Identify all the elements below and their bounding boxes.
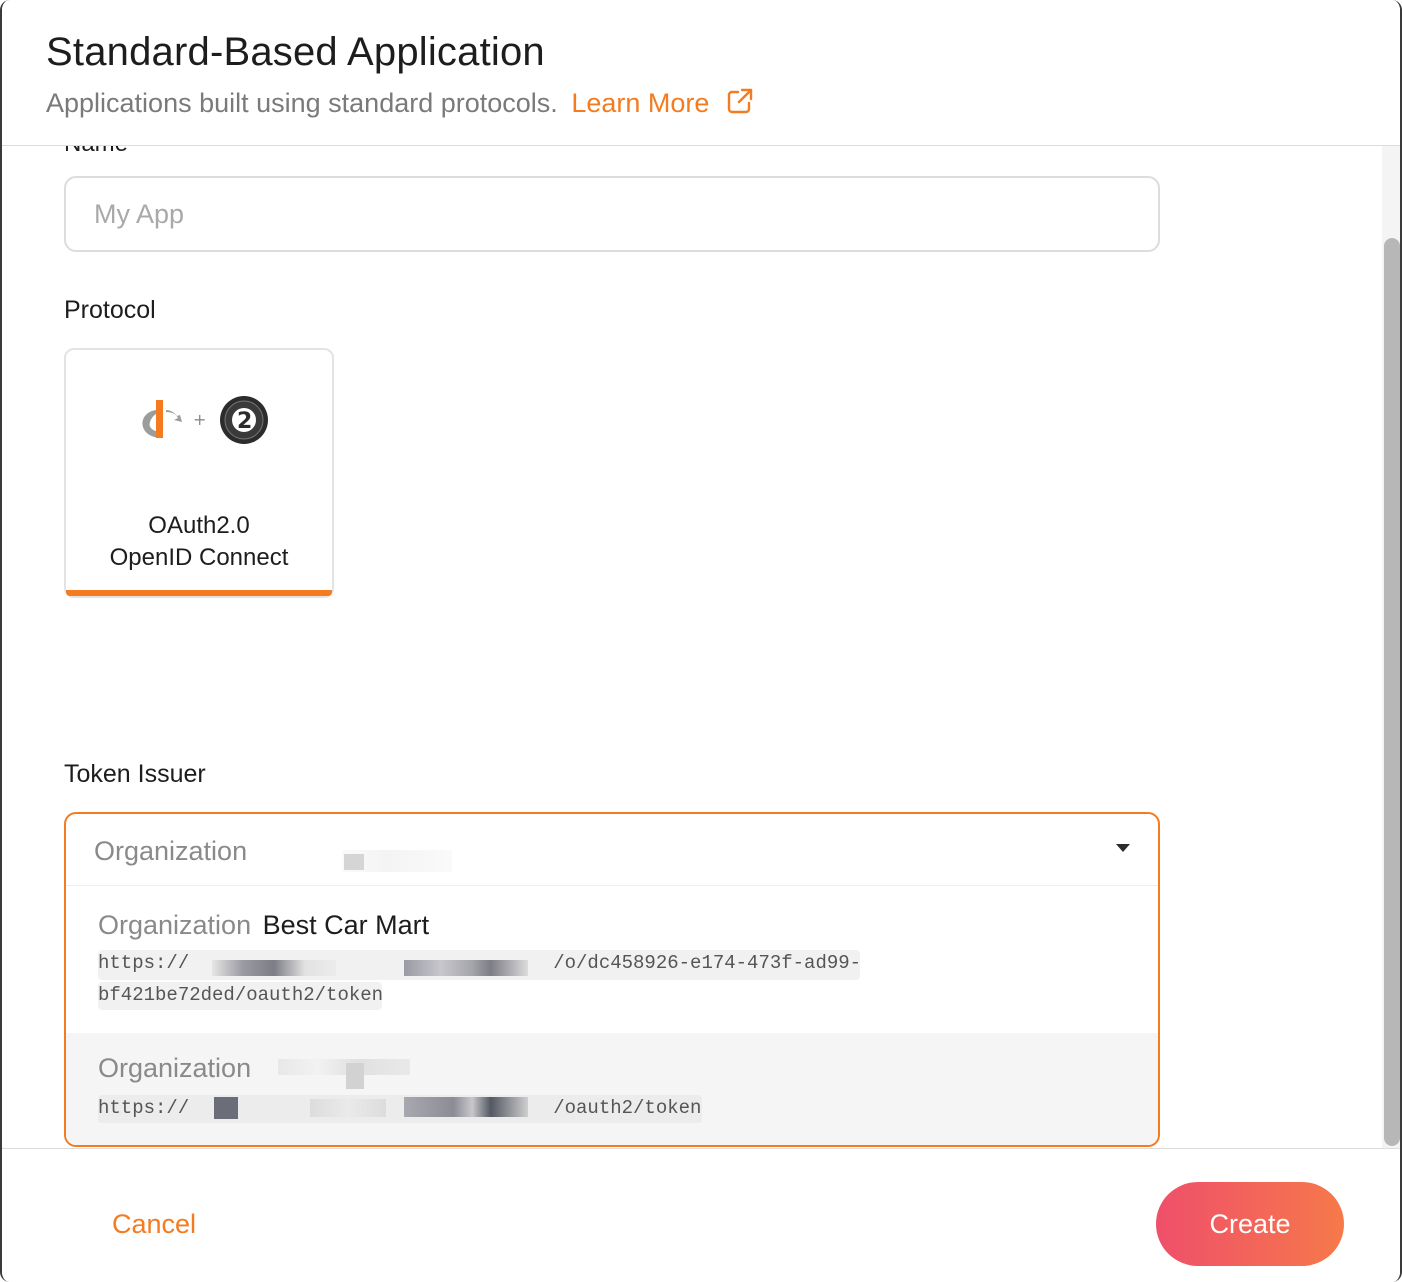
openid-logo xyxy=(142,400,182,438)
app-name-input[interactable] xyxy=(64,176,1160,252)
redacted-block xyxy=(346,1063,364,1089)
url-scheme: https:// xyxy=(98,1097,190,1119)
option-url-continued: bf421be72ded/oauth2/token xyxy=(98,984,384,1006)
svg-text:2: 2 xyxy=(237,409,252,434)
token-issuer-option[interactable]: Organization Best Car Mart https:// /o/dc… xyxy=(66,886,1158,1033)
oauth2-logo: 2 xyxy=(220,396,268,444)
create-button[interactable]: Create xyxy=(1156,1182,1344,1266)
openid-oauth2-logos: + 2 xyxy=(142,396,268,444)
option-url: https:// /o/dc458926-e174-473f-ad99- xyxy=(98,952,861,974)
dialog-footer: Cancel Create xyxy=(2,1148,1400,1282)
scrollbar-thumb[interactable] xyxy=(1384,238,1400,1146)
token-issuer-option[interactable]: Organization https:// /oauth2/token xyxy=(66,1033,1158,1145)
cancel-button[interactable]: Cancel xyxy=(112,1209,196,1240)
selected-value: Organization xyxy=(94,836,248,866)
token-issuer-label: Token Issuer xyxy=(64,760,206,788)
redacted-block xyxy=(344,854,364,870)
dialog-header: Standard-Based Application Applications … xyxy=(2,0,1400,146)
dialog-body[interactable]: Name Protocol + 2 OAuth2.0 O xyxy=(2,146,1382,1148)
option-title: Organization Best Car Mart xyxy=(98,910,429,941)
option-url: https:// /oauth2/token xyxy=(98,1097,701,1119)
url-scheme: https:// xyxy=(98,952,190,974)
protocol-option-name: OAuth2.0 OpenID Connect xyxy=(66,510,332,574)
dialog-title: Standard-Based Application xyxy=(46,30,545,74)
token-issuer-select[interactable]: Organization xyxy=(66,814,1158,886)
external-link-icon xyxy=(727,88,753,114)
selected-indicator xyxy=(66,590,332,596)
option-title: Organization xyxy=(98,1053,255,1084)
plus-icon: + xyxy=(193,410,206,429)
option-org-name: Best Car Mart xyxy=(262,910,430,940)
protocol-line-2: OpenID Connect xyxy=(109,544,289,571)
url-path: /o/dc458926-e174-473f-ad99- xyxy=(553,952,862,974)
url-path: /oauth2/token xyxy=(553,1097,702,1119)
subtitle-text: Applications built using standard protoc… xyxy=(46,88,558,118)
caret-down-icon[interactable] xyxy=(1116,844,1130,852)
learn-more-label: Learn More xyxy=(571,88,710,118)
create-application-dialog: Standard-Based Application Applications … xyxy=(0,0,1402,1282)
learn-more-link[interactable]: Learn More xyxy=(571,88,755,118)
option-prefix: Organization xyxy=(98,910,252,940)
protocol-line-1: OAuth2.0 xyxy=(148,512,250,539)
redacted-block xyxy=(278,1059,410,1075)
protocol-option-oauth2-oidc[interactable]: + 2 OAuth2.0 OpenID Connect xyxy=(64,348,334,598)
protocol-label: Protocol xyxy=(64,296,156,324)
name-field-label: Name xyxy=(64,146,128,158)
option-prefix: Organization xyxy=(98,1053,252,1083)
token-issuer-dropdown[interactable]: Organization Organization Best Car Mart … xyxy=(64,812,1160,1147)
dialog-subtitle: Applications built using standard protoc… xyxy=(46,86,755,119)
